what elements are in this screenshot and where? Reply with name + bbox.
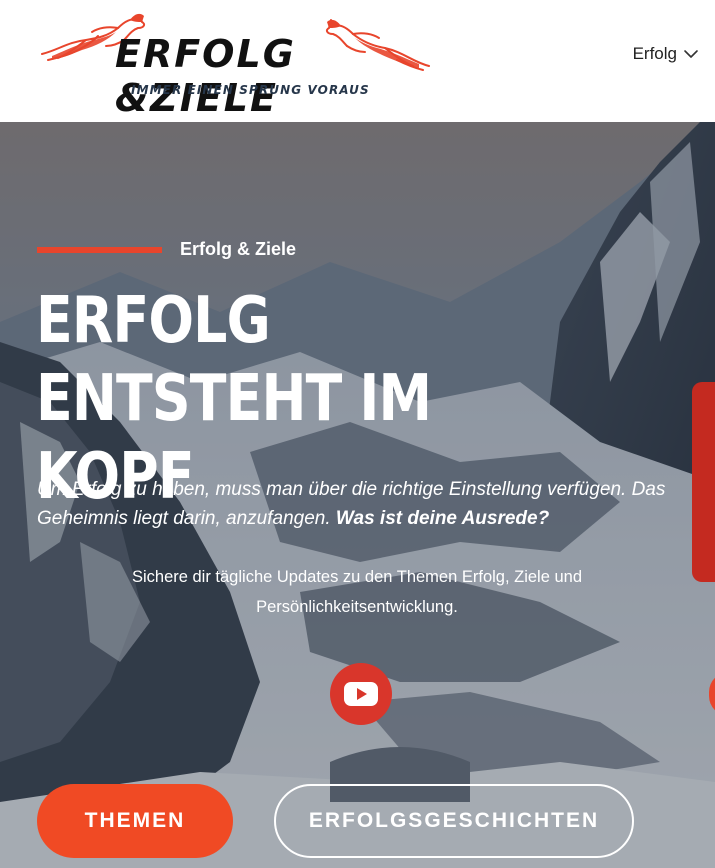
hero-section: Erfolg & Ziele ERFOLG ENTSTEHT IM KOPF U… — [0, 122, 715, 868]
site-header: ERFOLG &ZIELE IMMER EINEN SPRUNG VORAUS … — [0, 0, 715, 122]
eyebrow-accent-line — [37, 246, 162, 253]
nav-menu-label: Erfolg — [632, 44, 677, 63]
chevron-down-icon — [684, 50, 698, 58]
logo-tagline: IMMER EINEN SPRUNG VORAUS — [131, 83, 370, 97]
nav-menu-erfolg[interactable]: Erfolg — [633, 44, 699, 64]
themen-button[interactable]: THEMEN — [37, 784, 233, 858]
youtube-icon — [344, 682, 378, 706]
hero-subtext-bold: Was ist deine Ausrede? — [335, 508, 550, 529]
person-jacket-peek — [692, 382, 715, 582]
hero-subtext: Um Erfolg zu haben, muss man über die ri… — [37, 475, 687, 533]
site-logo[interactable]: ERFOLG &ZIELE IMMER EINEN SPRUNG VORAUS — [38, 6, 433, 120]
hero-eyebrow: Erfolg & Ziele — [37, 239, 296, 260]
hero-updates-text: Sichere dir tägliche Updates zu den Them… — [131, 568, 583, 616]
logo-title: ERFOLG &ZIELE — [115, 32, 296, 120]
erfolgsgeschichten-button[interactable]: ERFOLGSGESCHICHTEN — [274, 784, 634, 858]
eyebrow-label: Erfolg & Ziele — [180, 239, 297, 259]
youtube-button[interactable] — [330, 663, 392, 725]
